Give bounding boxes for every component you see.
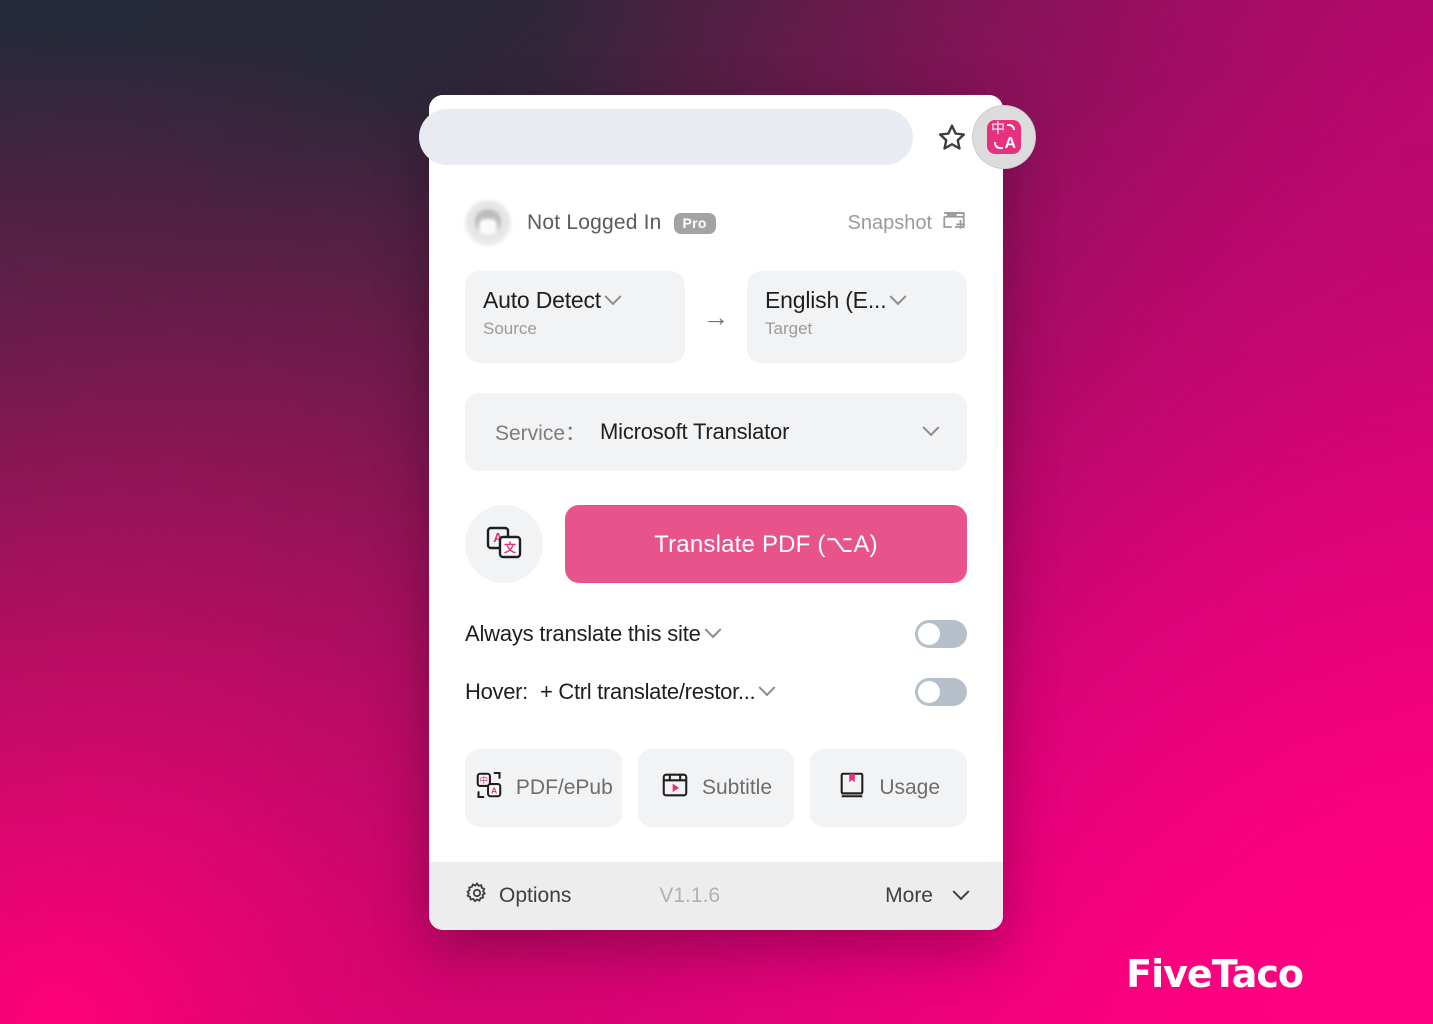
chevron-down-icon (952, 883, 970, 901)
chevron-down-icon (889, 287, 907, 305)
service-selector[interactable]: Service： Microsoft Translator (465, 393, 967, 471)
translate-extension-button[interactable]: 中 A (972, 105, 1036, 169)
hover-prefix-label: Hover: (465, 679, 528, 704)
gear-icon (465, 881, 489, 911)
browser-chrome-bar: 中 A (419, 95, 1036, 179)
options-label: Options (499, 884, 572, 907)
pdf-epub-button[interactable]: 中 A PDF/ePub (465, 749, 622, 827)
usage-book-icon (837, 770, 867, 806)
fivetaco-watermark: FiveTaco (1126, 952, 1304, 996)
usage-label: Usage (879, 776, 941, 799)
subtitle-label: Subtitle (701, 776, 773, 799)
hover-translate-label: + Ctrl translate/restor... (540, 679, 756, 704)
hover-translate-toggle[interactable] (915, 678, 967, 706)
always-translate-label: Always translate this site (465, 621, 701, 646)
subtitle-button[interactable]: Subtitle (637, 749, 795, 827)
popup-footer: Options V1.1.6 More (429, 862, 1003, 930)
window-plus-icon (941, 207, 967, 239)
svg-text:文: 文 (504, 540, 517, 555)
svg-text:中: 中 (480, 775, 488, 785)
chevron-down-icon[interactable] (704, 621, 722, 639)
pro-badge: Pro (673, 212, 716, 234)
translate-extension-icon: 中 A (987, 120, 1021, 154)
target-language-value: English (E... (765, 287, 887, 313)
pdf-epub-label: PDF/ePub (515, 776, 613, 799)
more-button[interactable]: More (885, 883, 970, 908)
popup-body: Not Logged In Pro Snapshot Auto Detect S… (429, 179, 1003, 827)
quick-actions-row: 中 A PDF/ePub Subtitle Usage (465, 749, 968, 827)
extension-popup: 中 A Not Logged In Pro Snapshot Auto Dete… (419, 95, 1036, 930)
translate-document-button[interactable]: A 文 (465, 505, 543, 583)
hover-translate-row: Hover: + Ctrl translate/restor... (465, 663, 967, 721)
subtitle-icon (660, 770, 690, 806)
extension-icon-cjk-glyph: 中 (991, 121, 1005, 137)
more-label: More (885, 884, 933, 907)
account-name: Not Logged In (527, 211, 662, 234)
version-label: V1.1.6 (659, 884, 721, 907)
account-row: Not Logged In Pro Snapshot (465, 179, 967, 267)
address-bar[interactable] (419, 109, 913, 165)
svg-text:A: A (491, 785, 497, 795)
service-value: Microsoft Translator (600, 419, 790, 444)
source-language-sublabel: Source (483, 319, 537, 338)
user-avatar[interactable] (465, 200, 511, 246)
source-language-value: Auto Detect (483, 287, 601, 313)
extension-icon-latin-glyph: A (1004, 135, 1016, 152)
source-language-selector[interactable]: Auto Detect Source (465, 271, 685, 363)
extension-icon-tick (1007, 124, 1015, 130)
language-selector-row: Auto Detect Source → English (E... Targe… (465, 271, 967, 363)
translate-action-row: A 文 Translate PDF (⌥A) (465, 505, 967, 583)
target-language-selector[interactable]: English (E... Target (747, 271, 967, 363)
always-translate-toggle[interactable] (915, 620, 967, 648)
chevron-down-icon (922, 419, 940, 437)
chevron-down-icon[interactable] (758, 679, 776, 697)
snapshot-label: Snapshot (847, 211, 932, 234)
direction-arrow-icon: → (703, 301, 729, 332)
bookmark-star-icon[interactable] (937, 122, 967, 152)
translate-document-icon: A 文 (484, 522, 524, 567)
snapshot-button[interactable]: Snapshot (847, 207, 967, 239)
service-label: Service： (495, 422, 587, 445)
pdf-epub-icon: 中 A (474, 770, 504, 806)
chevron-down-icon (604, 287, 622, 305)
always-translate-row: Always translate this site (465, 605, 967, 663)
extension-icon-swish (994, 142, 1003, 149)
options-button[interactable]: Options (465, 881, 571, 911)
usage-button[interactable]: Usage (810, 749, 968, 827)
target-language-sublabel: Target (765, 319, 813, 338)
translate-pdf-button[interactable]: Translate PDF (⌥A) (565, 505, 967, 583)
